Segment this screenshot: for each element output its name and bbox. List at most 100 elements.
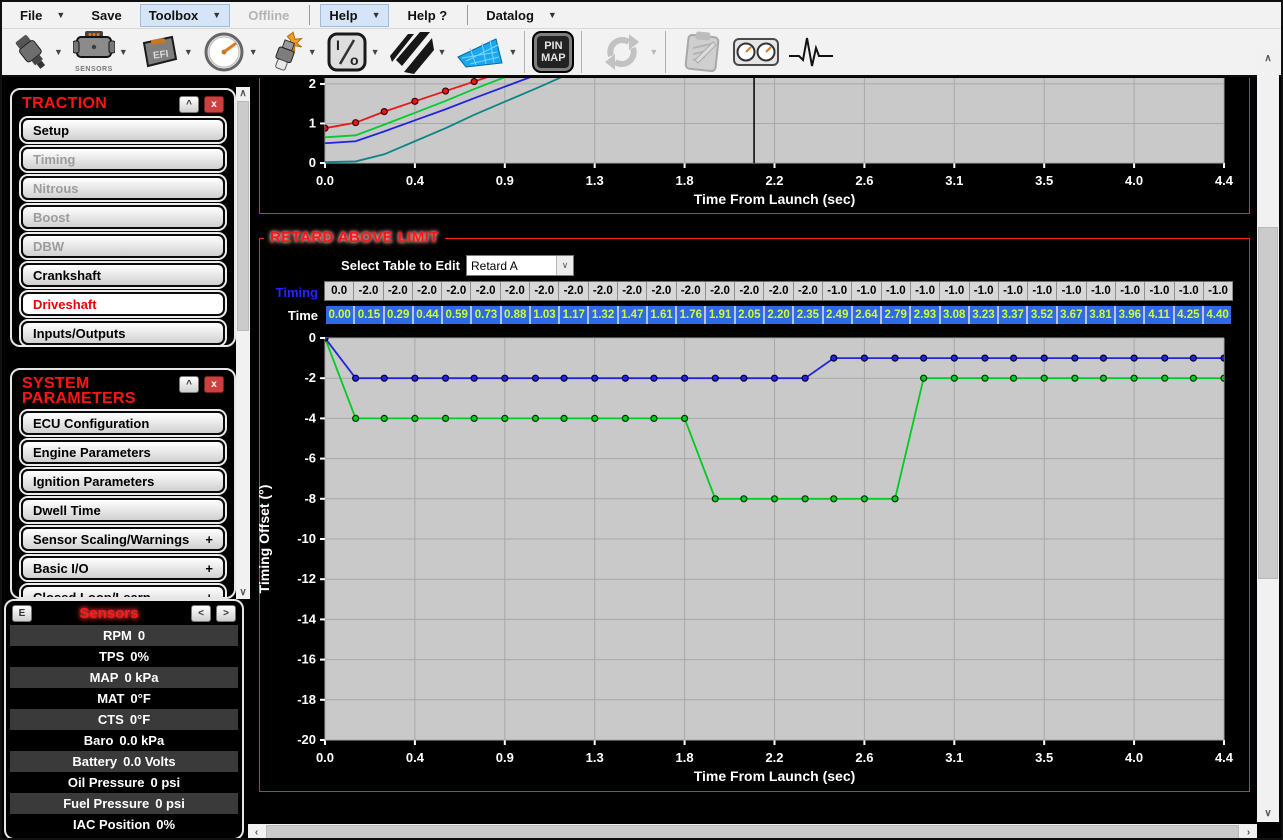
sensors-tool[interactable]: SENSORS ▼ — [73, 31, 128, 73]
timing-cell[interactable]: -2.0 — [471, 282, 500, 300]
time-cell[interactable]: 4.11 — [1145, 306, 1174, 324]
timing-cell[interactable]: -1.0 — [911, 282, 940, 300]
prev-page-button[interactable]: < — [191, 605, 211, 622]
timing-cell[interactable]: -2.0 — [384, 282, 413, 300]
traction-button-setup[interactable]: Setup — [21, 118, 225, 142]
scrollbar-thumb[interactable] — [237, 101, 249, 331]
timing-cell[interactable]: -1.0 — [823, 282, 852, 300]
menu-file[interactable]: File▼ — [12, 4, 73, 27]
time-cell[interactable]: 2.05 — [736, 306, 765, 324]
sysparam-button-basic-i-o[interactable]: Basic I/O+ — [21, 556, 225, 580]
menu-dropdown-arrow-icon[interactable]: ▼ — [212, 10, 221, 20]
table-select-dropdown[interactable]: Retard A ∨ — [466, 255, 574, 276]
time-cell[interactable]: 1.32 — [589, 306, 618, 324]
time-cell[interactable]: 3.23 — [970, 306, 999, 324]
gauge-tool[interactable]: ▼ — [203, 31, 258, 73]
time-cell[interactable]: 0.29 — [385, 306, 414, 324]
timing-cell[interactable]: -2.0 — [354, 282, 383, 300]
timing-cell[interactable]: -2.0 — [735, 282, 764, 300]
timing-cell[interactable]: -2.0 — [442, 282, 471, 300]
timing-cell[interactable]: -2.0 — [618, 282, 647, 300]
time-cell[interactable]: 0.44 — [414, 306, 443, 324]
scrollbar-thumb[interactable] — [1258, 227, 1278, 579]
timing-cell[interactable]: -2.0 — [764, 282, 793, 300]
timing-cell[interactable]: -1.0 — [1175, 282, 1204, 300]
vertical-scrollbar[interactable]: ∧ ∨ — [1257, 50, 1279, 822]
time-cell[interactable]: 2.79 — [882, 306, 911, 324]
collapse-button[interactable]: ^ — [179, 96, 199, 113]
time-cell[interactable]: 3.96 — [1116, 306, 1145, 324]
timing-cell[interactable]: -2.0 — [706, 282, 735, 300]
timing-cell[interactable]: -2.0 — [677, 282, 706, 300]
close-button[interactable]: x — [204, 376, 224, 393]
time-cell[interactable]: 1.91 — [706, 306, 735, 324]
traction-button-crankshaft[interactable]: Crankshaft — [21, 263, 225, 287]
menu-save[interactable]: Save — [83, 4, 129, 27]
time-cell[interactable]: 1.61 — [648, 306, 677, 324]
time-cell[interactable]: 0.15 — [355, 306, 384, 324]
menu-dropdown-arrow-icon[interactable]: ▼ — [56, 10, 65, 20]
datalog-pulse-tool[interactable] — [789, 34, 833, 70]
timing-cell[interactable]: -2.0 — [794, 282, 823, 300]
time-cell[interactable]: 3.37 — [999, 306, 1028, 324]
timing-cell[interactable]: -2.0 — [647, 282, 676, 300]
dropdown-arrow-icon[interactable]: ▼ — [438, 47, 447, 57]
scroll-down-arrow-icon[interactable]: ∨ — [1257, 805, 1279, 822]
gauges-tool[interactable] — [733, 37, 779, 67]
dropdown-arrow-icon[interactable]: ▼ — [508, 47, 517, 57]
spark-plug-tool[interactable]: ▼ — [268, 31, 317, 73]
scroll-up-arrow-icon[interactable]: ∧ — [236, 87, 250, 100]
retard-above-limit-chart[interactable]: 0.00.40.91.31.82.22.63.13.54.04.40-2-4-6… — [252, 332, 1257, 788]
time-cell[interactable]: 0.88 — [502, 306, 531, 324]
timing-cell[interactable]: -1.0 — [999, 282, 1028, 300]
timing-cell[interactable]: -1.0 — [1087, 282, 1116, 300]
timing-cell[interactable]: -1.0 — [970, 282, 999, 300]
time-cell[interactable]: 0.00 — [326, 306, 355, 324]
dropdown-arrow-icon[interactable]: ▼ — [54, 47, 63, 57]
time-cell[interactable]: 0.73 — [472, 306, 501, 324]
efi-module-tool[interactable]: EFI ▼ — [138, 33, 193, 71]
next-page-button[interactable]: > — [216, 605, 236, 622]
table-3d-tool[interactable]: ▼ — [456, 35, 517, 69]
time-cell[interactable]: 3.08 — [941, 306, 970, 324]
traction-button-driveshaft[interactable]: Driveshaft — [21, 292, 225, 316]
dropdown-arrow-icon[interactable]: ▼ — [371, 47, 380, 57]
timing-cell[interactable]: -2.0 — [413, 282, 442, 300]
io-tool[interactable]: I o ▼ — [327, 32, 380, 72]
sysparam-button-dwell-time[interactable]: Dwell Time — [21, 498, 225, 522]
timing-cell[interactable]: -1.0 — [1057, 282, 1086, 300]
time-cell[interactable]: 2.93 — [911, 306, 940, 324]
time-cell[interactable]: 2.20 — [765, 306, 794, 324]
dropdown-arrow-icon[interactable]: ▼ — [308, 47, 317, 57]
timing-cell[interactable]: -1.0 — [1116, 282, 1145, 300]
sysparam-button-closed-loop-learn[interactable]: Closed Loop/Learn+ — [21, 585, 225, 599]
traction-button-inputs-outputs[interactable]: Inputs/Outputs — [21, 321, 225, 345]
time-cell[interactable]: 2.64 — [853, 306, 882, 324]
time-cell[interactable]: 3.52 — [1028, 306, 1057, 324]
scrollbar-thumb[interactable] — [266, 825, 1239, 839]
collapse-button[interactable]: ^ — [179, 376, 199, 393]
sidebar-scrollbar[interactable]: ∧ ∨ — [236, 87, 250, 599]
timing-cell[interactable]: -1.0 — [852, 282, 881, 300]
time-cell[interactable]: 0.59 — [443, 306, 472, 324]
pin-map-button[interactable]: PIN MAP — [532, 31, 574, 73]
menu-help[interactable]: Help▼ — [320, 4, 389, 27]
timing-cell[interactable]: -2.0 — [589, 282, 618, 300]
scroll-right-arrow-icon[interactable]: › — [1240, 824, 1257, 840]
menu-toolbox[interactable]: Toolbox▼ — [140, 4, 231, 27]
traction-tool[interactable]: ▼ — [390, 30, 447, 74]
timing-cell[interactable]: 0.0 — [325, 282, 354, 300]
time-cell[interactable]: 1.76 — [677, 306, 706, 324]
horizontal-scrollbar[interactable]: ‹ › — [248, 824, 1257, 840]
menu-datalog[interactable]: Datalog▼ — [478, 4, 565, 27]
driveshaft-limit-chart[interactable]: 0.00.40.91.31.82.22.63.13.54.04.4012Time… — [252, 78, 1257, 208]
scroll-down-arrow-icon[interactable]: ∨ — [236, 586, 250, 599]
scroll-up-arrow-icon[interactable]: ∧ — [1257, 50, 1279, 67]
time-cell[interactable]: 1.47 — [619, 306, 648, 324]
chevron-down-icon[interactable]: ∨ — [556, 256, 573, 275]
fuel-injector-tool[interactable]: ▼ — [12, 31, 63, 73]
sysparam-button-engine-parameters[interactable]: Engine Parameters — [21, 440, 225, 464]
timing-cell[interactable]: -2.0 — [530, 282, 559, 300]
timing-cell[interactable]: -1.0 — [940, 282, 969, 300]
timing-cell[interactable]: -2.0 — [559, 282, 588, 300]
